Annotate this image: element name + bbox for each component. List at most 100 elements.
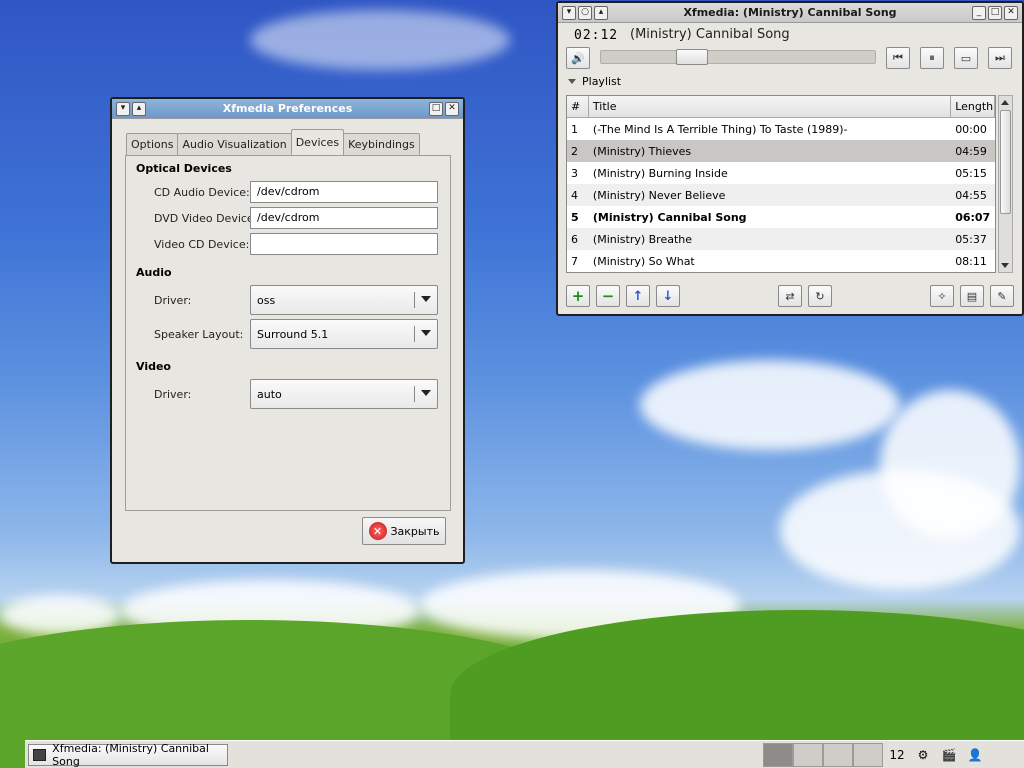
table-row[interactable]: 4 (Ministry) Never Believe 04:55	[567, 184, 995, 206]
tab-options[interactable]: Options	[126, 133, 179, 155]
new-playlist-button[interactable]: ✧	[930, 285, 954, 307]
row-length: 04:59	[955, 144, 987, 158]
row-number: 5	[571, 210, 579, 224]
window-icon	[33, 749, 47, 761]
table-row[interactable]: 7 (Ministry) So What 08:11	[567, 250, 995, 272]
row-title: (Ministry) So What	[592, 254, 695, 268]
sticky-icon[interactable]: ○	[578, 5, 592, 20]
close-button-label: Закрыть	[390, 524, 440, 538]
preferences-titlebar[interactable]: ▾ ▴ Xfmedia Preferences □ ✕	[112, 99, 463, 119]
row-length: 05:15	[955, 166, 987, 180]
new-file-icon: ✧	[937, 289, 947, 303]
optical-devices-heading: Optical Devices	[136, 162, 232, 175]
playlist-table: # Title Length 1 (-The Mind Is A Terribl…	[566, 95, 996, 273]
previous-button[interactable]: ⏮	[886, 47, 910, 69]
scroll-thumb[interactable]	[1000, 110, 1011, 214]
row-number: 4	[571, 188, 578, 202]
remove-button[interactable]: −	[596, 285, 620, 307]
audio-driver-select[interactable]: oss	[250, 285, 438, 315]
elapsed-time[interactable]: 02:12	[574, 28, 618, 43]
window-menu-icon[interactable]: ▾	[116, 101, 130, 116]
column-number[interactable]: #	[567, 96, 589, 117]
column-length[interactable]: Length	[951, 96, 995, 117]
workspace-2[interactable]	[793, 743, 823, 767]
video-driver-value: auto	[257, 387, 282, 401]
playlist-label: Playlist	[582, 75, 622, 88]
taskbar-item-xfmedia[interactable]: Xfmedia: (Ministry) Cannibal Song	[28, 742, 228, 768]
network-icon[interactable]: ⚙	[913, 745, 933, 765]
window-shade-icon[interactable]: ▴	[132, 101, 146, 116]
folder-icon: ▤	[966, 289, 978, 303]
playlist-expander[interactable]: Playlist	[568, 75, 621, 88]
dvd-video-input[interactable]: /dev/cdrom	[250, 207, 438, 229]
player-titlebar[interactable]: ▾ ○ ▴ Xfmedia: (Ministry) Cannibal Song …	[558, 3, 1022, 23]
speaker-layout-select[interactable]: Surround 5.1	[250, 319, 438, 349]
close-button[interactable]: ✕ Закрыть	[362, 517, 446, 545]
workspace-1[interactable]	[763, 743, 793, 767]
clock[interactable]: 12	[887, 745, 907, 765]
volume-button[interactable]: 🔊	[566, 47, 590, 69]
playlist-header: # Title Length	[567, 96, 995, 118]
preferences-tabs: Options Audio Visualization Devices Keyb…	[126, 129, 420, 155]
video-driver-select[interactable]: auto	[250, 379, 438, 409]
open-playlist-button[interactable]: ▤	[960, 285, 984, 307]
tab-keybindings[interactable]: Keybindings	[343, 133, 420, 155]
table-row[interactable]: 3 (Ministry) Burning Inside 05:15	[567, 162, 995, 184]
window-shade-icon[interactable]: ▴	[594, 5, 608, 20]
playlist-scrollbar[interactable]	[998, 95, 1013, 273]
stop-icon: ▭	[960, 51, 972, 65]
move-down-button[interactable]: ↓	[656, 285, 680, 307]
workspace-4[interactable]	[853, 743, 883, 767]
video-heading: Video	[136, 360, 171, 373]
chevron-down-icon	[421, 390, 431, 396]
media-icon[interactable]: 🎬	[939, 745, 959, 765]
plus-icon: +	[571, 287, 585, 305]
close-icon[interactable]: ✕	[1004, 5, 1018, 20]
taskbar-item-label: Xfmedia: (Ministry) Cannibal Song	[52, 742, 209, 768]
chevron-down-icon	[421, 296, 431, 302]
tab-audio-visualization[interactable]: Audio Visualization	[177, 133, 292, 155]
save-playlist-button[interactable]: ✎	[990, 285, 1014, 307]
pause-icon: ⏸	[929, 51, 935, 64]
shuffle-button[interactable]: ⇄	[778, 285, 802, 307]
audio-driver-value: oss	[257, 293, 276, 307]
move-up-button[interactable]: ↑	[626, 285, 650, 307]
seek-slider[interactable]	[600, 49, 876, 65]
scroll-up-icon[interactable]	[1001, 100, 1009, 105]
play-pause-button[interactable]: ⏸	[920, 47, 944, 69]
row-number: 6	[571, 232, 578, 246]
row-number: 2	[571, 144, 578, 158]
cd-audio-input[interactable]: /dev/cdrom	[250, 181, 438, 203]
table-row[interactable]: 6 (Ministry) Breathe 05:37	[567, 228, 995, 250]
stop-button[interactable]: ▭	[954, 47, 978, 69]
minimize-icon[interactable]: _	[972, 5, 986, 20]
seek-handle[interactable]	[676, 49, 708, 65]
video-cd-label: Video CD Device:	[154, 238, 250, 251]
previous-icon: ⏮	[893, 51, 903, 64]
repeat-button[interactable]: ↻	[808, 285, 832, 307]
column-title[interactable]: Title	[589, 96, 952, 117]
video-cd-input[interactable]	[250, 233, 438, 255]
close-icon[interactable]: ✕	[445, 101, 459, 116]
audio-heading: Audio	[136, 266, 172, 279]
user-icon[interactable]: 👤	[965, 745, 985, 765]
row-length: 05:37	[955, 232, 987, 246]
arrow-down-icon: ↓	[662, 288, 674, 304]
maximize-icon[interactable]: □	[429, 101, 443, 116]
maximize-icon[interactable]: □	[988, 5, 1002, 20]
next-icon: ⏭	[995, 51, 1005, 64]
add-button[interactable]: +	[566, 285, 590, 307]
next-button[interactable]: ⏭	[988, 47, 1012, 69]
workspace-pager	[763, 743, 883, 767]
scroll-down-icon[interactable]	[1001, 263, 1009, 268]
workspace-3[interactable]	[823, 743, 853, 767]
row-title: (Ministry) Cannibal Song	[592, 210, 747, 224]
player-title: Xfmedia: (Ministry) Cannibal Song	[683, 6, 897, 19]
table-row[interactable]: 2 (Ministry) Thieves 04:59	[567, 140, 995, 162]
window-menu-icon[interactable]: ▾	[562, 5, 576, 20]
table-row[interactable]: 1 (-The Mind Is A Terrible Thing) To Tas…	[567, 118, 995, 140]
arrow-up-icon: ↑	[632, 288, 644, 304]
tab-devices[interactable]: Devices	[290, 129, 345, 155]
table-row-current[interactable]: 5 (Ministry) Cannibal Song 06:07	[567, 206, 995, 228]
row-length: 08:11	[955, 254, 987, 268]
